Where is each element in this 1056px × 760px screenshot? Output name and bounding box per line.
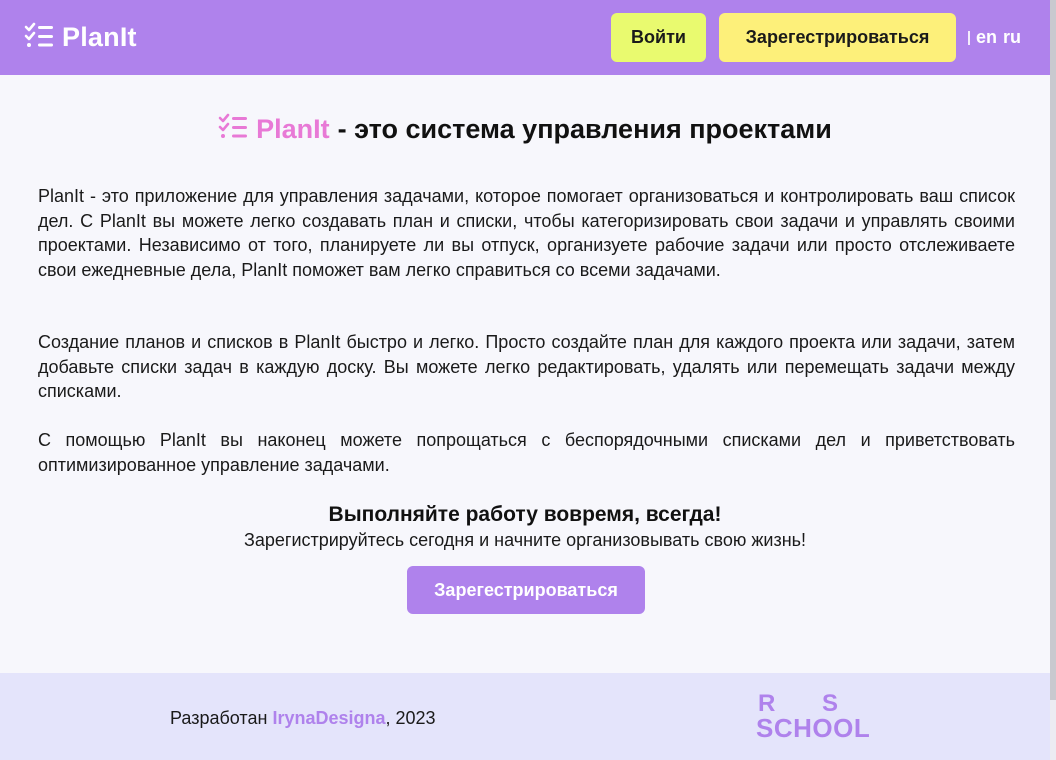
title-brand: PlanIt — [256, 114, 330, 144]
site-header: PlanIt Войти Зарегестрироваться en ru — [0, 0, 1050, 75]
language-switcher: en ru — [968, 27, 1021, 48]
language-divider — [968, 30, 970, 45]
cta-register-button[interactable]: Зарегестрироваться — [407, 566, 645, 614]
login-button[interactable]: Войти — [611, 13, 706, 62]
checklist-icon — [24, 22, 54, 53]
page-title: PlanIt - это система управления проектам… — [0, 113, 1050, 146]
author-link[interactable]: IrynaDesigna — [272, 708, 385, 728]
lang-en-link[interactable]: en — [976, 27, 997, 48]
logo[interactable]: PlanIt — [24, 22, 137, 53]
closing-paragraph: С помощью PlanIt вы наконец можете попро… — [38, 430, 1015, 475]
lang-ru-link[interactable]: ru — [1003, 27, 1021, 48]
rs-logo-school: SCHOOL — [756, 713, 871, 743]
rs-school-logo[interactable]: R S SCHOOL — [756, 690, 886, 743]
cta-heading: Выполняйте работу вовремя, всегда! — [328, 503, 722, 526]
site-footer — [0, 673, 1050, 760]
scrollbar-thumb[interactable] — [1050, 0, 1056, 700]
checklist-icon — [218, 113, 248, 146]
register-button[interactable]: Зарегестрироваться — [719, 13, 956, 62]
credit-year: , 2023 — [385, 708, 436, 728]
plans-paragraph: Создание планов и списков в PlanIt быстр… — [38, 332, 1015, 401]
title-text: - это система управления проектами — [337, 114, 832, 144]
intro-paragraph: PlanIt - это приложение для управления з… — [38, 186, 1015, 280]
logo-text: PlanIt — [62, 22, 137, 52]
credit-prefix: Разработан — [170, 708, 268, 728]
cta-subtitle: Зарегистрируйтесь сегодня и начните орга… — [243, 530, 807, 550]
footer-credit: Разработан IrynaDesigna, 2023 — [170, 708, 436, 729]
